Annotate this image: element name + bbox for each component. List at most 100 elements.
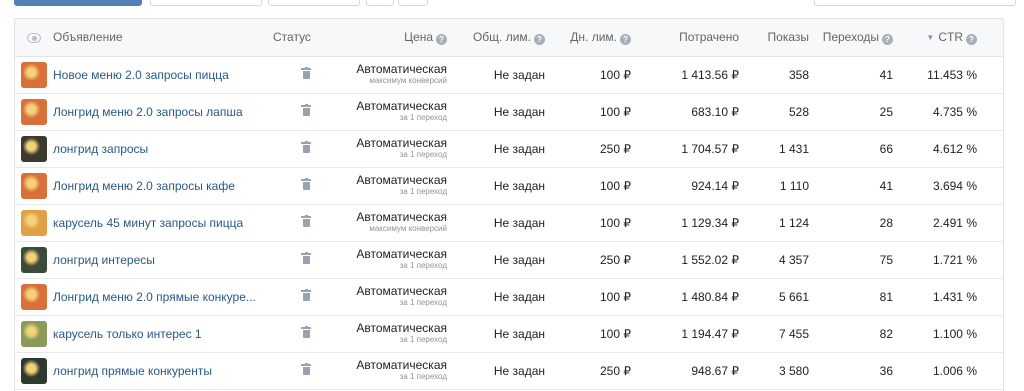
- price-cell: Автоматическая за 1 переход: [339, 278, 459, 315]
- ad-thumbnail[interactable]: [21, 357, 47, 384]
- table-row[interactable]: лонгрид запросы Автоматическая за 1 пере…: [15, 130, 1003, 167]
- ad-name-link[interactable]: Лонгрид меню 2.0 запросы кафе: [53, 179, 235, 193]
- row-spacer: [989, 278, 1003, 315]
- table-row[interactable]: Новое меню 2.0 запросы пицца Автоматичес…: [15, 56, 1003, 93]
- column-header-clicks[interactable]: Переходы?: [821, 19, 905, 57]
- clicks-cell: 41: [879, 178, 893, 193]
- ad-name-link[interactable]: карусель 45 минут запросы пицца: [53, 216, 243, 230]
- trash-icon[interactable]: [301, 140, 311, 154]
- ad-name-link[interactable]: лонгрид прямые конкуренты: [53, 364, 212, 378]
- column-header-daily-limit[interactable]: Дн. лим.?: [557, 19, 643, 57]
- table-row[interactable]: Лонгрид меню 2.0 запросы кафе Автоматиче…: [15, 167, 1003, 204]
- total-limit-cell: Не задан: [493, 104, 545, 119]
- daily-limit-cell: 100 ₽: [600, 215, 631, 230]
- ctr-cell: 4.612 %: [932, 141, 977, 156]
- ad-thumbnail[interactable]: [21, 320, 47, 347]
- column-header-impressions[interactable]: Показы: [751, 19, 821, 57]
- ad-thumbnail[interactable]: [21, 246, 47, 273]
- visibility-column-header[interactable]: [15, 19, 53, 57]
- toolbar-icon-button[interactable]: [398, 0, 428, 6]
- ad-name-link[interactable]: Лонгрид меню 2.0 прямые конкуре...: [53, 290, 256, 304]
- column-header-total-limit[interactable]: Общ. лим.?: [459, 19, 557, 57]
- ad-name-link[interactable]: лонгрид интересы: [53, 253, 155, 267]
- thumbnail-cell: [15, 56, 53, 93]
- total-limit-cell: Не задан: [493, 215, 545, 230]
- help-icon[interactable]: ?: [436, 33, 447, 45]
- ad-thumbnail[interactable]: [21, 61, 47, 88]
- impressions-cell: 528: [788, 104, 809, 119]
- total-limit-cell: Не задан: [493, 67, 545, 82]
- price-cell: Автоматическая за 1 переход: [339, 93, 459, 130]
- trash-icon[interactable]: [301, 214, 311, 228]
- create-ad-button[interactable]: [14, 0, 142, 6]
- clicks-cell: 75: [879, 252, 893, 267]
- trash-icon[interactable]: [301, 103, 311, 117]
- total-limit-cell: Не задан: [493, 363, 545, 378]
- status-cell: [273, 278, 339, 315]
- spent-cell: 1 704.57 ₽: [681, 141, 739, 156]
- ad-name-link[interactable]: Новое меню 2.0 запросы пицца: [53, 68, 229, 82]
- table-row[interactable]: лонгрид прямые конкуренты Автоматическая…: [15, 352, 1003, 389]
- row-spacer: [989, 130, 1003, 167]
- trash-icon[interactable]: [301, 251, 311, 265]
- ad-name-link[interactable]: лонгрид запросы: [53, 142, 148, 156]
- toolbar-icon-button[interactable]: [366, 0, 394, 6]
- toolbar-button[interactable]: [150, 0, 262, 6]
- table-row[interactable]: Лонгрид меню 2.0 запросы лапша Автоматич…: [15, 93, 1003, 130]
- daily-limit-cell: 100 ₽: [600, 104, 631, 119]
- help-icon[interactable]: ?: [966, 33, 977, 45]
- eye-icon: [27, 33, 41, 44]
- help-icon[interactable]: ?: [882, 33, 893, 45]
- trash-icon[interactable]: [301, 362, 311, 376]
- table-row[interactable]: карусель только интерес 1 Автоматическая…: [15, 315, 1003, 352]
- spent-cell: 1 129.34 ₽: [681, 215, 739, 230]
- column-header-spent[interactable]: Потрачено: [643, 19, 751, 57]
- spent-cell: 1 552.02 ₽: [681, 252, 739, 267]
- row-spacer: [989, 93, 1003, 130]
- column-header-ad[interactable]: Объявление: [53, 19, 273, 57]
- price-subtype: за 1 переход: [399, 149, 447, 159]
- total-limit-cell: Не задан: [493, 289, 545, 304]
- trash-icon[interactable]: [301, 177, 311, 191]
- trash-icon[interactable]: [301, 66, 311, 80]
- price-type: Автоматическая: [356, 135, 447, 150]
- thumbnail-cell: [15, 167, 53, 204]
- price-subtype: за 1 переход: [399, 297, 447, 307]
- ad-thumbnail[interactable]: [21, 209, 47, 236]
- ad-thumbnail[interactable]: [21, 98, 47, 125]
- trash-icon[interactable]: [301, 325, 311, 339]
- column-header-price[interactable]: Цена?: [339, 19, 459, 57]
- impressions-cell: 1 431: [778, 141, 809, 156]
- price-type: Автоматическая: [356, 98, 447, 113]
- help-icon[interactable]: ?: [620, 33, 631, 45]
- table-row[interactable]: лонгрид интересы Автоматическая за 1 пер…: [15, 241, 1003, 278]
- sort-desc-icon: ▼: [926, 32, 935, 42]
- table-row[interactable]: Лонгрид меню 2.0 прямые конкуре... Автом…: [15, 278, 1003, 315]
- ad-thumbnail[interactable]: [21, 135, 47, 162]
- column-header-status[interactable]: Статус: [273, 19, 339, 57]
- price-cell: Автоматическая максимум конверсий: [339, 56, 459, 93]
- ctr-cell: 1.100 %: [932, 326, 977, 341]
- ad-name-link[interactable]: Лонгрид меню 2.0 запросы лапша: [53, 105, 243, 119]
- daily-limit-cell: 100 ₽: [600, 326, 631, 341]
- price-subtype: максимум конверсий: [369, 223, 447, 233]
- column-header-ctr[interactable]: ▼ CTR?: [905, 19, 989, 57]
- ad-name-cell: лонгрид интересы: [53, 241, 273, 278]
- ad-thumbnail[interactable]: [21, 172, 47, 199]
- search-input[interactable]: [814, 0, 1016, 6]
- row-spacer: [989, 241, 1003, 278]
- scrollbar[interactable]: [1003, 19, 1004, 391]
- trash-icon[interactable]: [301, 288, 311, 302]
- status-cell: [273, 93, 339, 130]
- table-row[interactable]: карусель 45 минут запросы пицца Автомати…: [15, 204, 1003, 241]
- help-icon[interactable]: ?: [534, 33, 545, 45]
- total-limit-cell: Не задан: [493, 141, 545, 156]
- clicks-cell: 36: [879, 363, 893, 378]
- ctr-cell: 1.006 %: [932, 363, 977, 378]
- ad-name-link[interactable]: карусель только интерес 1: [53, 327, 202, 341]
- toolbar-button[interactable]: [268, 0, 360, 6]
- ad-thumbnail[interactable]: [21, 283, 47, 310]
- spent-cell: 683.10 ₽: [691, 104, 739, 119]
- toolbar: [0, 0, 1024, 8]
- impressions-cell: 1 110: [779, 178, 809, 193]
